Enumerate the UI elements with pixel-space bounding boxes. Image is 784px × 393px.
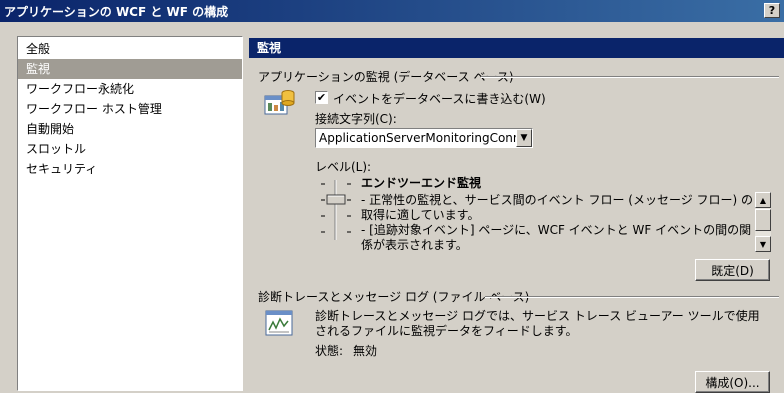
connection-string-label: 接続文字列(C): [315, 112, 397, 126]
level-description-line-1: - 正常性の監視と、サービス間のイベント フロー (メッセージ フロー) の取得… [361, 193, 754, 222]
level-description: - 正常性の監視と、サービス間のイベント フロー (メッセージ フロー) の取得… [359, 193, 755, 253]
content-panel: 監視 アプリケーションの監視 (データベース ベース) ✔ イベントをデータベー… [249, 38, 784, 393]
level-description-line-2: - [追跡対象イベント] ページに、WCF イベントと WF イベントの間の関係… [361, 223, 752, 252]
chevron-down-icon[interactable]: ▼ [516, 129, 532, 147]
connection-string-select[interactable]: ApplicationServerMonitoringConnection ▼ [315, 128, 533, 148]
connection-string-value: ApplicationServerMonitoringConnection [319, 131, 532, 145]
sidebar: 全般 監視 ワークフロー永続化 ワークフロー ホスト管理 自動開始 スロットル … [17, 36, 243, 391]
monitoring-group-title: アプリケーションの監視 (データベース ベース) [258, 70, 514, 84]
section-title: 監視 [249, 38, 784, 58]
description-scrollbar[interactable]: ▲ ▼ [755, 192, 771, 252]
trace-log-icon [263, 306, 297, 340]
help-button[interactable]: ? [764, 3, 780, 18]
default-button[interactable]: 既定(D) [695, 259, 770, 281]
sidebar-item-auto-start[interactable]: 自動開始 [18, 119, 242, 139]
database-monitor-icon [263, 86, 297, 120]
status-value: 無効 [353, 344, 378, 358]
level-name: エンドツーエンド監視 [361, 176, 482, 190]
scroll-thumb[interactable] [755, 209, 771, 231]
status-label: 状態: [315, 344, 344, 358]
sidebar-item-workflow-host-management[interactable]: ワークフロー ホスト管理 [18, 99, 242, 119]
group-divider [485, 296, 779, 298]
write-events-label: イベントをデータベースに書き込む(W) [333, 92, 546, 106]
sidebar-item-throttling[interactable]: スロットル [18, 139, 242, 159]
sidebar-item-monitoring[interactable]: 監視 [18, 59, 242, 79]
trace-description: 診断トレースとメッセージ ログでは、サービス トレース ビューアー ツールで使用… [315, 309, 760, 338]
title-bar: アプリケーションの WCF と WF の構成 ? [0, 0, 784, 22]
group-divider [481, 76, 779, 78]
configure-button[interactable]: 構成(O)... [695, 371, 770, 393]
level-label: レベル(L): [315, 160, 372, 174]
dialog-body: 全般 監視 ワークフロー永続化 ワークフロー ホスト管理 自動開始 スロットル … [0, 22, 784, 393]
write-events-checkbox[interactable]: ✔ [315, 91, 328, 104]
sidebar-item-workflow-persistence[interactable]: ワークフロー永続化 [18, 79, 242, 99]
scroll-down-icon[interactable]: ▼ [755, 236, 771, 252]
level-slider[interactable] [319, 178, 359, 242]
scroll-up-icon[interactable]: ▲ [755, 192, 771, 208]
window-title: アプリケーションの WCF と WF の構成 [4, 4, 229, 19]
sidebar-item-security[interactable]: セキュリティ [18, 159, 242, 179]
sidebar-item-general[interactable]: 全般 [18, 39, 242, 59]
